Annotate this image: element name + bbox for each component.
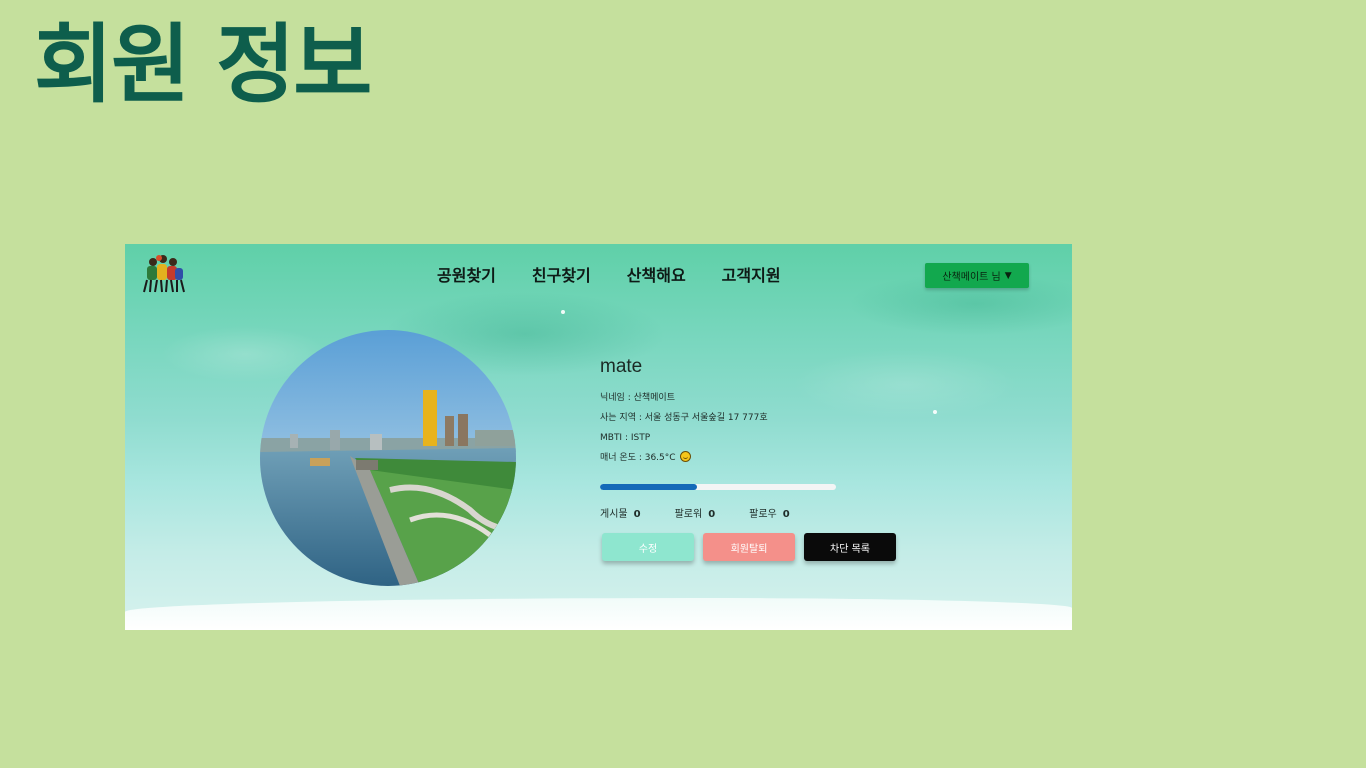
top-nav: 공원찾기 친구찾기 산책해요 고객지원 산책메이트 님 ▼ bbox=[125, 244, 1072, 306]
stat-following-value: 0 bbox=[782, 509, 790, 520]
sparkle-decoration bbox=[933, 410, 937, 414]
sparkle-decoration bbox=[561, 310, 565, 314]
block-list-button[interactable]: 차단 목록 bbox=[804, 533, 896, 561]
app-screenshot: 공원찾기 친구찾기 산책해요 고객지원 산책메이트 님 ▼ mate 닉네임:… bbox=[125, 244, 1072, 630]
caret-down-icon: ▼ bbox=[1004, 270, 1012, 281]
profile-manner-row: 매너 온도 : 36.5°C bbox=[600, 448, 900, 468]
profile-stats: 게시물 0 팔로워 0 팔로우 0 bbox=[600, 505, 824, 520]
edit-button[interactable]: 수정 bbox=[602, 533, 694, 561]
profile-photo bbox=[260, 330, 516, 586]
nav-walk-together[interactable]: 산책해요 bbox=[627, 262, 686, 286]
stat-posts-label: 게시물 bbox=[600, 509, 628, 520]
stat-followers-label: 팔로워 bbox=[674, 509, 703, 520]
profile-nickname: 닉네임 : 산책메이트 bbox=[600, 393, 675, 403]
manner-progress-fill bbox=[600, 484, 697, 490]
stat-posts[interactable]: 게시물 0 bbox=[600, 505, 641, 520]
user-menu-button[interactable]: 산책메이트 님 ▼ bbox=[925, 263, 1029, 288]
manner-progress-bar bbox=[600, 484, 836, 490]
stat-followers-value: 0 bbox=[708, 509, 716, 520]
profile-manner-temp: 매너 온도 : 36.5°C bbox=[600, 453, 676, 463]
withdraw-button[interactable]: 회원탈퇴 bbox=[703, 533, 795, 561]
profile-mbti: MBTI : ISTP bbox=[600, 433, 651, 443]
main-menu: 공원찾기 친구찾기 산책해요 고객지원 bbox=[437, 262, 781, 286]
profile-info: mate 닉네임 : 산책메이트 사는 지역 : 서울 성동구 서울숲길 17 … bbox=[600, 356, 900, 468]
smile-icon bbox=[680, 451, 692, 462]
slide-title: 회원 정보 bbox=[34, 15, 372, 115]
profile-region: 사는 지역 : 서울 성동구 서울숲길 17 777호 bbox=[600, 413, 768, 423]
nav-find-park[interactable]: 공원찾기 bbox=[437, 262, 496, 286]
profile-username: mate bbox=[600, 356, 643, 377]
nav-customer-support[interactable]: 고객지원 bbox=[722, 262, 781, 286]
user-menu-label: 산책메이트 님 bbox=[942, 272, 1001, 283]
stat-posts-value: 0 bbox=[633, 509, 641, 520]
stat-following[interactable]: 팔로우 0 bbox=[749, 505, 790, 520]
stat-following-label: 팔로우 bbox=[749, 509, 777, 520]
bottom-wave-decoration bbox=[125, 598, 1072, 630]
people-group-logo[interactable] bbox=[141, 252, 191, 296]
nav-find-friends[interactable]: 친구찾기 bbox=[532, 262, 591, 286]
profile-actions: 수정 회원탈퇴 차단 목록 bbox=[602, 533, 896, 561]
stat-followers[interactable]: 팔로워 0 bbox=[675, 505, 716, 520]
